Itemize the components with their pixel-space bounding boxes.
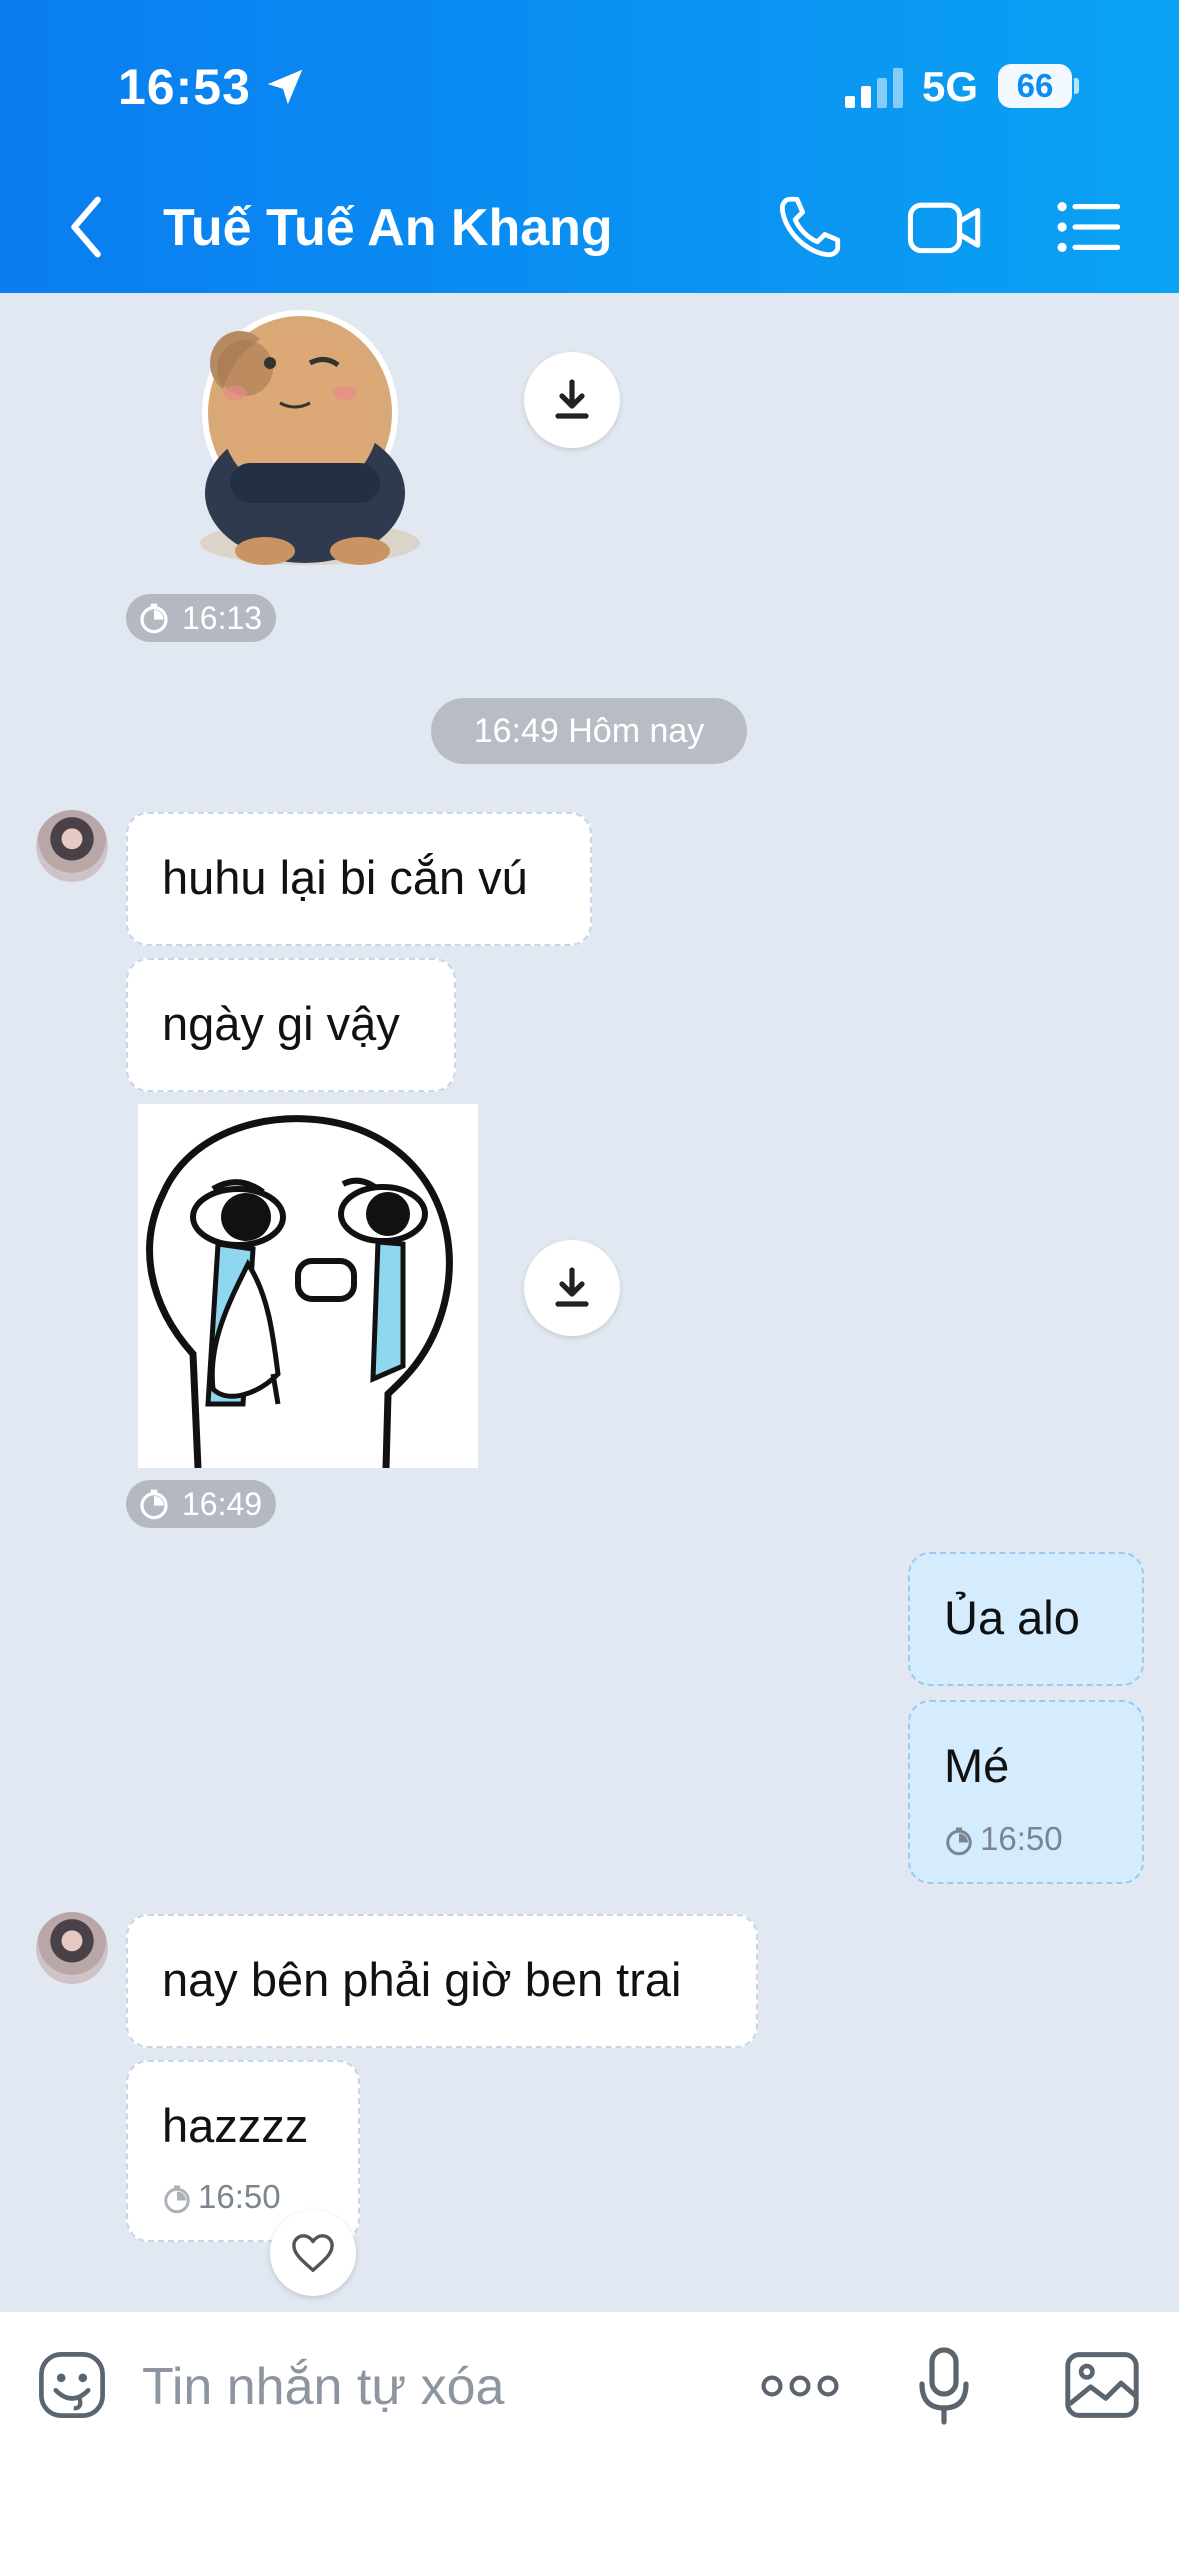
react-heart-button[interactable] [270,2210,356,2296]
date-separator: 16:49 Hôm nay [431,698,747,764]
back-chevron-icon[interactable] [58,192,118,262]
avatar[interactable] [36,810,108,882]
message-text: nay bên phải giờ ben trai [162,1953,682,2006]
download-icon [555,379,589,419]
video-call-icon[interactable] [905,190,985,264]
sticker-time-badge: 16:49 [126,1480,277,1528]
message-bubble[interactable]: ngày gi vậy [126,958,456,1092]
more-dots-icon[interactable] [758,2362,842,2410]
timer-icon [140,1489,168,1520]
message-text: ngày gi vậy [162,997,400,1050]
sticker-time: 16:13 [182,600,263,636]
microphone-icon[interactable] [916,2346,972,2426]
capybara-sticker[interactable] [160,293,460,583]
message-time-text: 16:50 [980,1820,1063,1857]
download-sticker-button[interactable] [524,1240,620,1336]
message-text: huhu lại bi cắn vú [162,851,528,904]
phone-call-icon[interactable] [770,190,850,264]
message-text: Mé [944,1739,1010,1792]
download-icon [555,1267,589,1307]
battery-icon: 66 [998,64,1079,108]
crying-face-sticker[interactable] [138,1104,478,1468]
message-input[interactable] [142,2347,722,2427]
battery-level: 66 [998,64,1072,108]
timer-icon [140,603,168,634]
image-icon[interactable] [1064,2350,1140,2420]
sticker-time: 16:49 [182,1486,263,1522]
my-message-bubble[interactable]: Mé 16:50 [908,1700,1144,1884]
message-time: 16:50 [162,2178,281,2216]
emoji-icon[interactable] [36,2349,108,2421]
message-text: Ủa alo [944,1591,1080,1644]
avatar[interactable] [36,1912,108,1984]
composer-bar [0,2312,1179,2556]
timer-icon [164,2185,190,2214]
message-bubble[interactable]: huhu lại bi cắn vú [126,812,592,946]
sticker-time-badge: 16:13 [126,594,277,642]
message-bubble[interactable]: nay bên phải giờ ben trai [126,1914,758,2048]
chat-header: 16:53 5G 66 Tuế Tuế An Khang [0,0,1179,293]
download-sticker-button[interactable] [524,352,620,448]
network-type: 5G [922,63,979,110]
message-time-text: 16:50 [198,2178,281,2215]
location-arrow-icon [267,69,303,105]
message-text: hazzzz [162,2099,309,2152]
signal-bars-icon [845,68,903,108]
my-message-bubble[interactable]: Ủa alo [908,1552,1144,1686]
status-time: 16:53 [118,59,251,115]
chat-title[interactable]: Tuế Tuế An Khang [163,198,613,258]
timer-icon [946,1827,972,1856]
list-menu-icon[interactable] [1048,190,1128,264]
heart-icon [292,2234,334,2272]
message-time: 16:50 [944,1820,1063,1858]
